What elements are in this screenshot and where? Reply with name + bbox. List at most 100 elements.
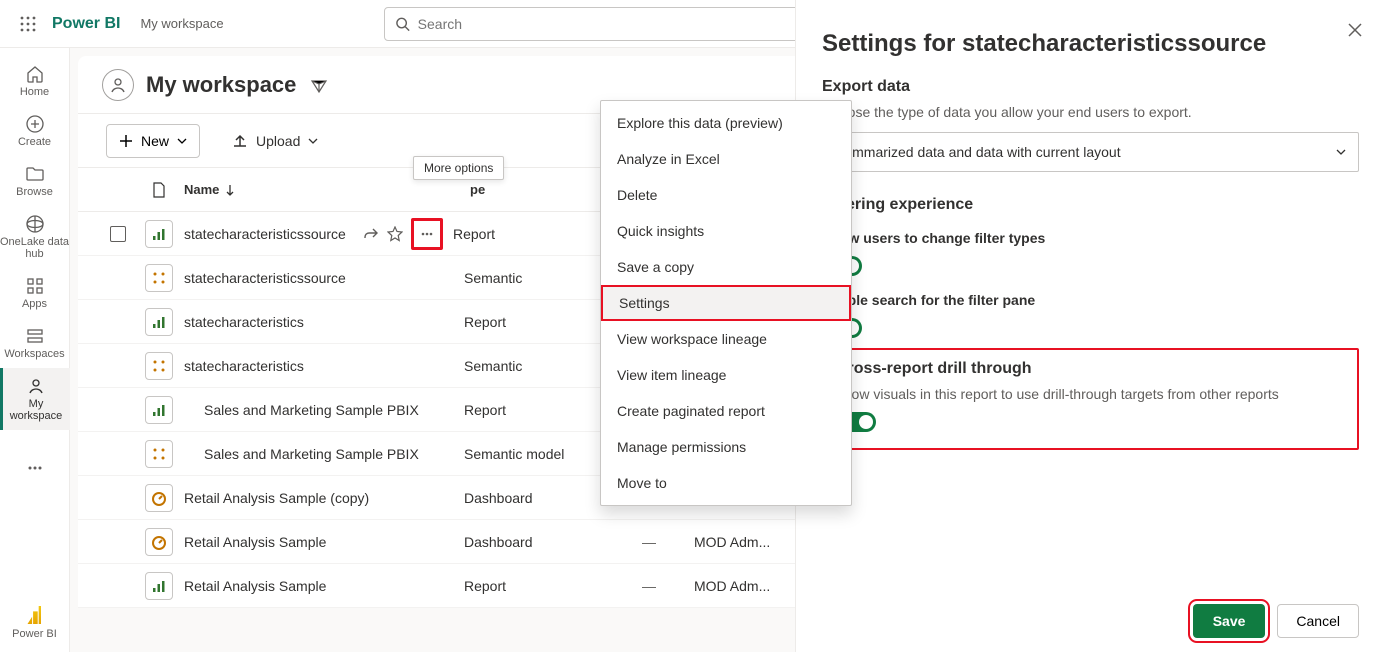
endorsed-icon bbox=[184, 403, 192, 417]
more-options-button[interactable] bbox=[411, 218, 443, 250]
cross-heading: Cross-report drill through bbox=[836, 360, 1345, 378]
column-icon[interactable] bbox=[134, 182, 184, 198]
filter-heading: Filtering experience bbox=[822, 196, 1359, 214]
cross-report-highlight: Cross-report drill through Allow visuals… bbox=[822, 348, 1359, 450]
semantic-type-icon bbox=[145, 264, 173, 292]
endorsed-icon bbox=[184, 447, 192, 461]
nav-workspaces[interactable]: Workspaces bbox=[0, 318, 70, 368]
menu-item-manage-permissions[interactable]: Manage permissions bbox=[601, 429, 851, 465]
nav-my-workspace[interactable]: My workspace bbox=[0, 368, 70, 430]
plus-icon bbox=[119, 134, 133, 148]
cell-type: Dashboard bbox=[464, 534, 604, 550]
powerbi-logo-icon bbox=[27, 606, 41, 624]
new-button[interactable]: New bbox=[106, 124, 200, 158]
cell-type: Semantic bbox=[464, 358, 604, 374]
nav-apps[interactable]: Apps bbox=[0, 268, 70, 318]
menu-item-explore-this-data-preview-[interactable]: Explore this data (preview) bbox=[601, 105, 851, 141]
row-checkbox[interactable] bbox=[110, 226, 126, 242]
more-options-tooltip: More options bbox=[413, 156, 504, 180]
cell-type: Semantic bbox=[464, 270, 604, 286]
upload-icon bbox=[232, 133, 248, 149]
workspace-avatar-icon bbox=[102, 69, 134, 101]
cell-name[interactable]: statecharacteristics bbox=[184, 358, 464, 374]
nav-onelake[interactable]: OneLake data hub bbox=[0, 206, 70, 268]
chevron-down-icon bbox=[308, 136, 318, 146]
export-heading: Export data bbox=[822, 78, 1359, 96]
cell-type: Report bbox=[453, 226, 593, 242]
nav-home[interactable]: Home bbox=[0, 56, 70, 106]
cell-name[interactable]: Retail Analysis Sample bbox=[184, 534, 464, 550]
cell-dash: — bbox=[604, 578, 694, 594]
browse-icon bbox=[25, 164, 45, 184]
cell-type: Report bbox=[464, 402, 604, 418]
cell-type: Report bbox=[464, 578, 604, 594]
sort-down-icon bbox=[225, 184, 235, 196]
menu-item-delete[interactable]: Delete bbox=[601, 177, 851, 213]
column-name[interactable]: Name bbox=[184, 182, 464, 197]
cell-name[interactable]: Sales and Marketing Sample PBIX bbox=[184, 402, 464, 418]
cell-name[interactable]: Retail Analysis Sample bbox=[184, 578, 464, 594]
filter-opt1-label: Allow users to change filter types bbox=[822, 230, 1359, 246]
favorite-icon[interactable] bbox=[387, 226, 403, 242]
cell-name[interactable]: Sales and Marketing Sample PBIX bbox=[184, 446, 464, 462]
upload-button[interactable]: Upload bbox=[224, 124, 326, 158]
filter-opt2-label: Enable search for the filter pane bbox=[822, 292, 1359, 308]
cell-type: Dashboard bbox=[464, 490, 604, 506]
share-icon[interactable] bbox=[363, 226, 379, 242]
breadcrumb[interactable]: My workspace bbox=[140, 16, 223, 31]
menu-item-move-to[interactable]: Move to bbox=[601, 465, 851, 501]
premium-icon[interactable] bbox=[310, 76, 328, 94]
settings-panel: Settings for statecharacteristicssource … bbox=[795, 0, 1385, 652]
cell-name[interactable]: statecharacteristicssource bbox=[184, 226, 359, 242]
cross-helper: Allow visuals in this report to use dril… bbox=[836, 386, 1345, 402]
menu-item-analyze-in-excel[interactable]: Analyze in Excel bbox=[601, 141, 851, 177]
workspaces-icon bbox=[25, 326, 45, 346]
home-icon bbox=[25, 64, 45, 84]
export-select[interactable]: Summarized data and data with current la… bbox=[822, 132, 1359, 172]
panel-title: Settings for statecharacteristicssource bbox=[822, 30, 1359, 58]
person-icon bbox=[26, 376, 46, 396]
cell-name[interactable]: statecharacteristicssource bbox=[184, 270, 464, 286]
report-type-icon bbox=[145, 308, 173, 336]
cell-type: Report bbox=[464, 314, 604, 330]
file-icon bbox=[152, 182, 166, 198]
create-icon bbox=[25, 114, 45, 134]
cell-dash: — bbox=[604, 534, 694, 550]
chevron-down-icon bbox=[1336, 147, 1346, 157]
panel-footer: Save Cancel bbox=[1193, 604, 1359, 638]
cancel-button[interactable]: Cancel bbox=[1277, 604, 1359, 638]
dashboard-type-icon bbox=[145, 528, 173, 556]
search-box[interactable] bbox=[384, 7, 819, 41]
brand-footer: Power BI bbox=[12, 606, 57, 652]
search-icon bbox=[395, 16, 410, 32]
close-icon[interactable] bbox=[1347, 22, 1363, 38]
cell-name[interactable]: Retail Analysis Sample (copy) bbox=[184, 490, 464, 506]
page-title: My workspace bbox=[146, 72, 296, 98]
context-menu: Explore this data (preview)Analyze in Ex… bbox=[600, 100, 852, 506]
search-input[interactable] bbox=[418, 16, 808, 32]
export-helper: Choose the type of data you allow your e… bbox=[822, 104, 1359, 120]
report-type-icon bbox=[145, 396, 173, 424]
semantic-type-icon bbox=[145, 440, 173, 468]
cell-type: Semantic model bbox=[464, 446, 604, 462]
menu-item-save-a-copy[interactable]: Save a copy bbox=[601, 249, 851, 285]
cell-name[interactable]: statecharacteristics bbox=[184, 314, 464, 330]
app-launcher-icon[interactable] bbox=[8, 4, 48, 44]
report-type-icon bbox=[145, 220, 173, 248]
menu-item-settings[interactable]: Settings bbox=[601, 285, 851, 321]
nav-more[interactable] bbox=[0, 450, 70, 486]
semantic-type-icon bbox=[145, 352, 173, 380]
menu-item-view-workspace-lineage[interactable]: View workspace lineage bbox=[601, 321, 851, 357]
column-type[interactable]: pe bbox=[470, 182, 610, 197]
dashboard-type-icon bbox=[145, 484, 173, 512]
nav-create[interactable]: Create bbox=[0, 106, 70, 156]
nav-browse[interactable]: Browse bbox=[0, 156, 70, 206]
menu-item-create-paginated-report[interactable]: Create paginated report bbox=[601, 393, 851, 429]
brand-label[interactable]: Power BI bbox=[52, 15, 120, 33]
chevron-down-icon bbox=[177, 136, 187, 146]
save-button[interactable]: Save bbox=[1193, 604, 1266, 638]
menu-item-quick-insights[interactable]: Quick insights bbox=[601, 213, 851, 249]
onelake-icon bbox=[25, 214, 45, 234]
menu-item-view-item-lineage[interactable]: View item lineage bbox=[601, 357, 851, 393]
report-type-icon bbox=[145, 572, 173, 600]
